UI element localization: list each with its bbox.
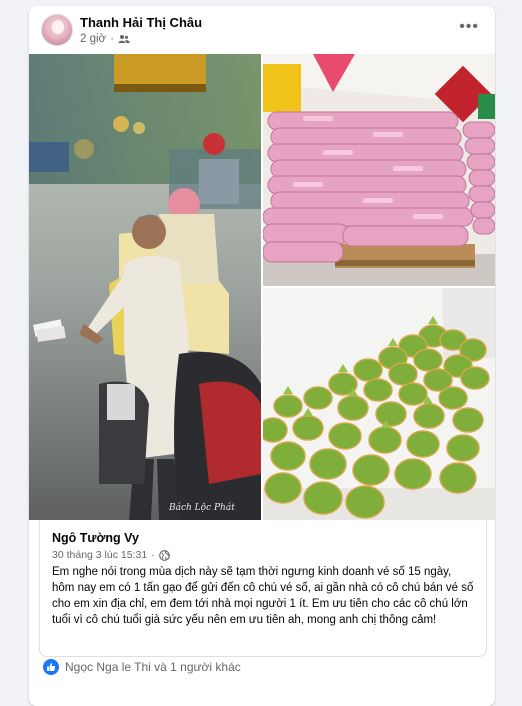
pink-rice-bags-illustration	[263, 54, 495, 286]
photo-watermark: Bách Lộc Phát	[168, 502, 235, 513]
photo-green-rice-bags[interactable]	[263, 288, 495, 520]
post-time[interactable]: 2 giờ	[80, 33, 106, 45]
shared-post[interactable]: Ngô Tường Vy 30 tháng 3 lúc 15:31 · Em n…	[39, 520, 487, 657]
shared-post-body: Em nghe nói trong mùa dịch này sẽ tạm th…	[52, 566, 474, 626]
photo-grid: Bách Lộc Phát	[29, 54, 495, 520]
like-icon	[43, 659, 59, 675]
post-card: Thanh Hải Thị Châu 2 giờ · ••• Bách Lộc …	[29, 6, 495, 706]
reactions-text[interactable]: Ngọc Nga le Thi và 1 người khác	[65, 660, 241, 674]
globe-icon	[158, 549, 170, 561]
post-header: Thanh Hải Thị Châu 2 giờ · •••	[29, 6, 495, 54]
shared-post-author[interactable]: Ngô Tường Vy	[52, 531, 139, 545]
post-author[interactable]: Thanh Hải Thị Châu	[80, 15, 202, 30]
photo-lottery-seller[interactable]: Bách Lộc Phát	[29, 54, 261, 520]
more-options-icon[interactable]: •••	[459, 18, 479, 36]
green-rice-bags-illustration	[263, 288, 495, 520]
photo-pink-rice-bags[interactable]	[263, 54, 495, 286]
post-meta: 2 giờ ·	[80, 33, 130, 45]
shared-post-timestamp[interactable]: 30 tháng 3 lúc 15:31	[52, 549, 147, 561]
reactions-summary[interactable]: Ngọc Nga le Thi và 1 người khác	[43, 659, 241, 675]
friends-icon	[118, 35, 130, 43]
shared-post-meta: 30 tháng 3 lúc 15:31 ·	[52, 549, 170, 561]
lottery-seller-illustration: Bách Lộc Phát	[29, 54, 261, 520]
avatar[interactable]	[41, 14, 73, 46]
